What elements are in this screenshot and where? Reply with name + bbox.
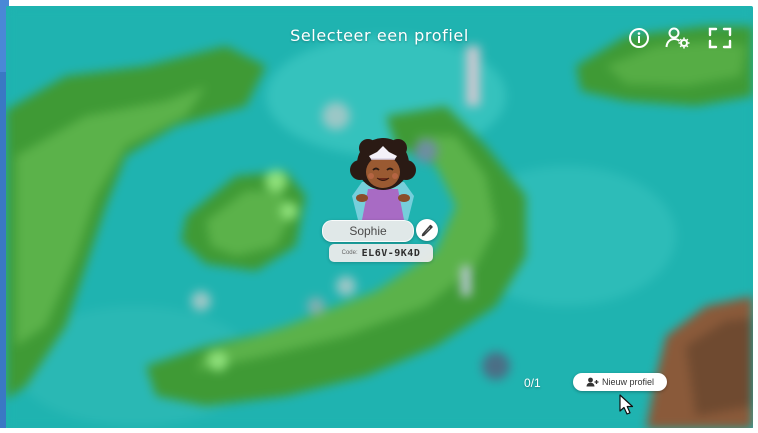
new-profile-button[interactable]: Nieuw profiel — [573, 373, 667, 391]
profile-code-value: EL6V-9K4D — [361, 247, 421, 259]
profile-settings-button[interactable] — [665, 25, 691, 51]
user-settings-icon — [665, 27, 690, 49]
pencil-icon — [421, 224, 433, 237]
info-icon — [629, 28, 649, 48]
profile-code-label: Code: — [341, 250, 358, 256]
mouse-cursor-icon — [619, 394, 634, 415]
fullscreen-button[interactable] — [707, 25, 733, 51]
game-viewport: Selecteer een profiel Sophie Code: EL6V-… — [6, 6, 753, 429]
profile-code: Code: EL6V-9K4D — [329, 244, 433, 262]
edit-profile-button[interactable] — [416, 219, 438, 241]
new-profile-label: Nieuw profiel — [601, 377, 655, 387]
profile-avatar[interactable] — [338, 134, 428, 224]
profile-counter: 0/1 — [524, 376, 541, 390]
profile-card[interactable]: Sophie Code: EL6V-9K4D — [316, 134, 446, 269]
top-bar: Selecteer een profiel — [6, 6, 753, 60]
add-user-icon — [586, 377, 599, 387]
info-button[interactable] — [626, 25, 652, 51]
window-frame-bottom — [0, 428, 758, 433]
screen: Selecteer een profiel Sophie Code: EL6V-… — [0, 0, 758, 433]
profile-name[interactable]: Sophie — [322, 220, 414, 242]
fullscreen-icon — [708, 27, 732, 49]
